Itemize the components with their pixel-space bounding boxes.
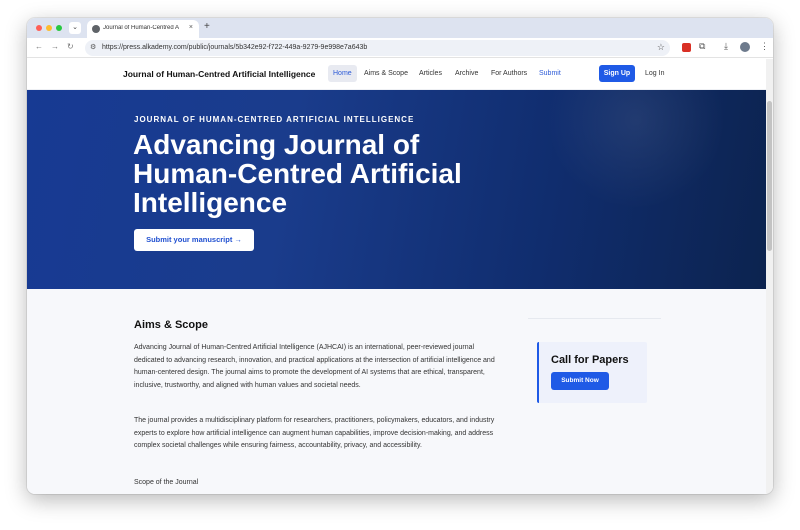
nav-for-authors[interactable]: For Authors	[486, 65, 532, 82]
tab-strip: ⌄ Journal of Human-Centred A × +	[27, 18, 773, 38]
hero-glow-decoration	[546, 90, 726, 210]
call-for-papers-title: Call for Papers	[551, 354, 629, 366]
site-info-icon[interactable]: ⚙	[90, 43, 96, 51]
download-icon[interactable]: ⤓	[724, 41, 728, 52]
sign-up-button[interactable]: Sign Up	[599, 65, 635, 82]
tab-search-icon[interactable]: ⌄	[69, 22, 81, 34]
journal-brand[interactable]: Journal of Human-Centred Artificial Inte…	[123, 69, 315, 79]
scope-heading: Scope of the Journal	[134, 479, 199, 486]
nav-submit[interactable]: Submit	[534, 65, 566, 82]
minimize-window-button[interactable]	[46, 25, 52, 31]
hero-kicker: JOURNAL OF HUMAN-CENTRED ARTIFICIAL INTE…	[134, 115, 415, 124]
url-text[interactable]: https://press.alkademy.com/public/journa…	[102, 44, 367, 51]
puzzle-icon[interactable]: ⧉	[699, 41, 705, 52]
log-in-link[interactable]: Log In	[641, 65, 668, 82]
aims-paragraph-2: The journal provides a multidisciplinary…	[134, 417, 495, 449]
aims-scope-heading: Aims & Scope	[134, 319, 208, 331]
nav-archive[interactable]: Archive	[450, 65, 483, 82]
profile-avatar[interactable]	[740, 42, 750, 52]
maximize-window-button[interactable]	[56, 25, 62, 31]
menu-icon[interactable]: ⋮	[760, 41, 769, 52]
browser-tab[interactable]: Journal of Human-Centred A ×	[87, 20, 199, 38]
browser-window: ⌄ Journal of Human-Centred A × + ← → ↻ ⚙…	[27, 18, 773, 494]
submit-manuscript-button[interactable]: Submit your manuscript →	[134, 229, 254, 251]
nav-home[interactable]: Home	[328, 65, 357, 82]
star-icon[interactable]: ☆	[657, 42, 665, 53]
address-bar[interactable]: ⚙ https://press.alkademy.com/public/jour…	[85, 40, 670, 56]
call-for-papers-card: Call for Papers Submit Now	[537, 342, 647, 403]
scrollbar-track[interactable]	[766, 59, 773, 494]
page-viewport: Journal of Human-Centred Artificial Inte…	[27, 59, 773, 494]
close-window-button[interactable]	[36, 25, 42, 31]
nav-aims-scope[interactable]: Aims & Scope	[359, 65, 413, 82]
favicon-icon	[92, 25, 100, 33]
scrollbar-thumb[interactable]	[767, 101, 772, 251]
site-header: Journal of Human-Centred Artificial Inte…	[27, 59, 766, 90]
back-icon[interactable]: ←	[35, 42, 43, 51]
new-tab-button[interactable]: +	[204, 21, 210, 32]
nav-articles[interactable]: Articles	[414, 65, 447, 82]
aims-paragraph-1: Advancing Journal of Human-Centred Artif…	[134, 344, 495, 389]
extension-icon[interactable]	[682, 43, 691, 52]
tab-title: Journal of Human-Centred A	[103, 25, 180, 31]
tab-close-icon[interactable]: ×	[189, 24, 193, 31]
sidebar-divider	[528, 318, 661, 319]
submit-now-button[interactable]: Submit Now	[551, 372, 609, 390]
reload-icon[interactable]: ↻	[67, 42, 74, 51]
browser-toolbar: ← → ↻ ⚙ https://press.alkademy.com/publi…	[27, 38, 773, 58]
forward-icon[interactable]: →	[51, 42, 59, 51]
hero-title: Advancing Journal of Human-Centred Artif…	[133, 129, 462, 218]
hero-banner: JOURNAL OF HUMAN-CENTRED ARTIFICIAL INTE…	[27, 90, 766, 289]
